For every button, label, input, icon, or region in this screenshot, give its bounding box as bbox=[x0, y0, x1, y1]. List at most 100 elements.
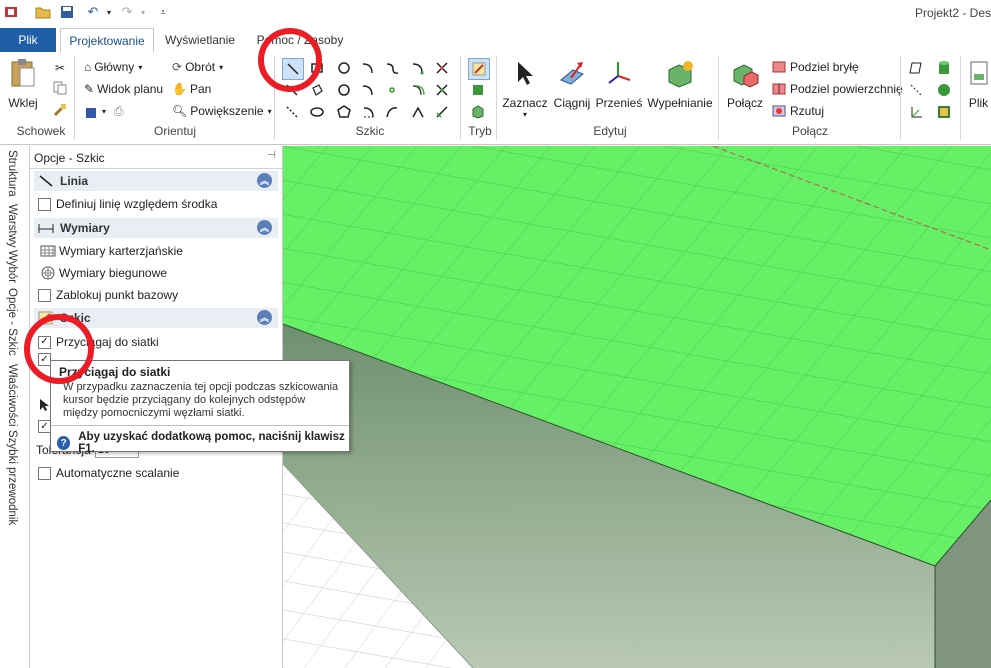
pointer-option[interactable] bbox=[38, 398, 50, 412]
side-tab-layers[interactable]: Warstwy bbox=[6, 204, 18, 248]
side-tab-sketch-options[interactable]: Opcje - Szkic bbox=[6, 288, 18, 356]
open-folder-icon[interactable] bbox=[34, 3, 52, 21]
collapse-icon[interactable]: ︽ bbox=[257, 310, 272, 325]
hand-icon: ✋ bbox=[172, 82, 187, 96]
file-button[interactable]: Plik bbox=[966, 58, 991, 110]
tooltip-divider bbox=[51, 425, 349, 426]
define-line-center-option[interactable]: Definiuj linię względem środka bbox=[38, 197, 217, 211]
side-tab-properties[interactable]: Właściwości bbox=[6, 364, 18, 427]
tab-file[interactable]: Plik bbox=[0, 28, 56, 52]
select-dropdown-icon[interactable]: ▾ bbox=[523, 110, 527, 119]
lock-base-point-option[interactable]: Zablokuj punkt bazowy bbox=[38, 288, 178, 302]
plane-icon[interactable] bbox=[906, 58, 926, 78]
cube-icon bbox=[86, 107, 96, 118]
sweep-arc-icon[interactable] bbox=[358, 102, 378, 122]
tab-display[interactable]: Wyświetlanie bbox=[160, 28, 240, 51]
home-icon: ⌂ bbox=[84, 60, 92, 74]
undo-dropdown-icon[interactable]: ▾ bbox=[100, 3, 118, 21]
rotate-button[interactable]: ⟳ Obrót ▾ bbox=[172, 60, 223, 74]
select-button[interactable]: Zaznacz ▾ bbox=[502, 58, 548, 119]
tab-design[interactable]: Projektowanie bbox=[60, 28, 154, 53]
spline-tool-icon[interactable] bbox=[382, 58, 402, 78]
ellipse-tool-icon[interactable] bbox=[307, 102, 327, 122]
offset-curve-icon[interactable] bbox=[408, 80, 428, 100]
group-sketch-label: Szkic bbox=[355, 124, 385, 138]
copy-icon[interactable] bbox=[50, 78, 70, 98]
auto-merge-checkbox[interactable] bbox=[38, 466, 51, 480]
polar-dimensions-option[interactable]: Wymiary biegunowe bbox=[40, 266, 167, 280]
project-tool-icon[interactable] bbox=[432, 102, 452, 122]
title-bar: ↶ ▾ ↷ ▾ ⩡ Projekt2 - Des bbox=[0, 0, 991, 26]
group-mode-label: Tryb bbox=[468, 124, 492, 138]
tooltip: Przyciągaj do siatki W przypadku zaznacz… bbox=[50, 360, 350, 455]
customize-toolbar-icon[interactable]: ⩡ bbox=[154, 3, 172, 21]
shell-icon[interactable] bbox=[934, 102, 954, 122]
separator bbox=[74, 56, 75, 140]
split-face-button[interactable]: Podziel powierzchnię bbox=[772, 82, 903, 96]
separator bbox=[900, 56, 901, 140]
sketch-mode-icon[interactable] bbox=[468, 58, 490, 80]
axis-icon[interactable] bbox=[906, 80, 926, 100]
3d-mode-icon[interactable] bbox=[468, 102, 488, 122]
polygon-tool-icon[interactable] bbox=[334, 102, 354, 122]
side-tab-selection[interactable]: Wybór bbox=[6, 250, 18, 283]
paste-button[interactable]: Wklej bbox=[8, 58, 38, 110]
face-curve-icon[interactable] bbox=[382, 102, 402, 122]
fillet-tool-icon[interactable] bbox=[408, 58, 428, 78]
tooltip-body: W przypadku zaznaczenia tej opcji podcza… bbox=[63, 381, 339, 419]
section-mode-icon[interactable] bbox=[468, 80, 488, 100]
format-painter-icon[interactable] bbox=[50, 100, 70, 120]
trim-tool-icon[interactable] bbox=[432, 58, 452, 78]
separator bbox=[460, 56, 461, 140]
auto-merge-option[interactable]: Automatyczne scalanie bbox=[38, 466, 179, 480]
group-orient-label: Orientuj bbox=[153, 124, 197, 138]
zoom-button[interactable]: 🔍︎ Powiększenie ▾ bbox=[172, 104, 272, 118]
combine-button[interactable]: Połącz bbox=[724, 58, 766, 110]
panel-title: Opcje - Szkic bbox=[34, 151, 105, 165]
collapse-icon[interactable]: ︽ bbox=[257, 173, 272, 188]
pan-button[interactable]: ✋ Pan bbox=[172, 82, 211, 96]
side-tab-structure[interactable]: Struktura bbox=[6, 150, 18, 197]
cartesian-dimensions-option[interactable]: Wymiary karterzjańskie bbox=[40, 244, 183, 258]
define-line-center-checkbox[interactable] bbox=[38, 197, 51, 211]
split-line-icon[interactable] bbox=[432, 80, 452, 100]
fill-button[interactable]: Wypełnianie bbox=[647, 58, 713, 110]
app-logo-icon[interactable] bbox=[2, 3, 20, 21]
arc-tool-icon[interactable] bbox=[358, 58, 378, 78]
split-body-button[interactable]: Podziel bryłę bbox=[772, 60, 859, 74]
circle-tool-icon[interactable] bbox=[334, 58, 354, 78]
cut-icon[interactable]: ✂ bbox=[50, 58, 70, 78]
separator bbox=[718, 56, 719, 140]
lock-base-point-checkbox[interactable] bbox=[38, 288, 51, 302]
save-icon[interactable] bbox=[58, 3, 76, 21]
section-dimensions-header[interactable]: Wymiary ︽ bbox=[34, 218, 278, 238]
pull-arrow-icon bbox=[557, 58, 587, 88]
tooltip-help-row: ? Aby uzyskać dodatkową pomoc, naciśnij … bbox=[57, 431, 349, 455]
view-cube-button[interactable]: ▾ ⎙ bbox=[84, 104, 124, 119]
separator bbox=[960, 56, 961, 140]
redo-dropdown-icon[interactable]: ▾ bbox=[134, 3, 152, 21]
three-point-circle-icon[interactable] bbox=[334, 80, 354, 100]
side-tab-quick-guide[interactable]: Szybki przewodnik bbox=[6, 430, 18, 525]
sphere-icon[interactable] bbox=[934, 80, 954, 100]
collapse-icon[interactable]: ︽ bbox=[257, 220, 272, 235]
group-edit-label: Edytuj bbox=[593, 124, 627, 138]
cylinder-icon[interactable] bbox=[934, 58, 954, 78]
move-button[interactable]: Przenieś bbox=[596, 58, 642, 110]
bend-tool-icon[interactable] bbox=[408, 102, 428, 122]
3d-viewport[interactable] bbox=[283, 146, 991, 668]
plan-view-button[interactable]: ✎ Widok planu bbox=[84, 82, 163, 96]
pin-icon[interactable]: ⊣ bbox=[267, 150, 276, 161]
viewport-scene[interactable] bbox=[283, 146, 991, 668]
cursor-arrow-icon bbox=[40, 399, 49, 411]
project-button[interactable]: Rzutuj bbox=[772, 104, 824, 118]
construction-line-icon[interactable] bbox=[282, 102, 302, 122]
separator bbox=[496, 56, 497, 140]
section-line-header[interactable]: Linia ︽ bbox=[34, 171, 278, 191]
point-tool-icon[interactable] bbox=[382, 80, 402, 100]
origin-icon[interactable] bbox=[906, 102, 926, 122]
pull-button[interactable]: Ciągnij bbox=[552, 58, 592, 110]
tangent-arc-icon[interactable] bbox=[358, 80, 378, 100]
dimensions-section-icon bbox=[38, 224, 54, 233]
home-view-button[interactable]: ⌂ Główny ▾ bbox=[84, 60, 142, 74]
